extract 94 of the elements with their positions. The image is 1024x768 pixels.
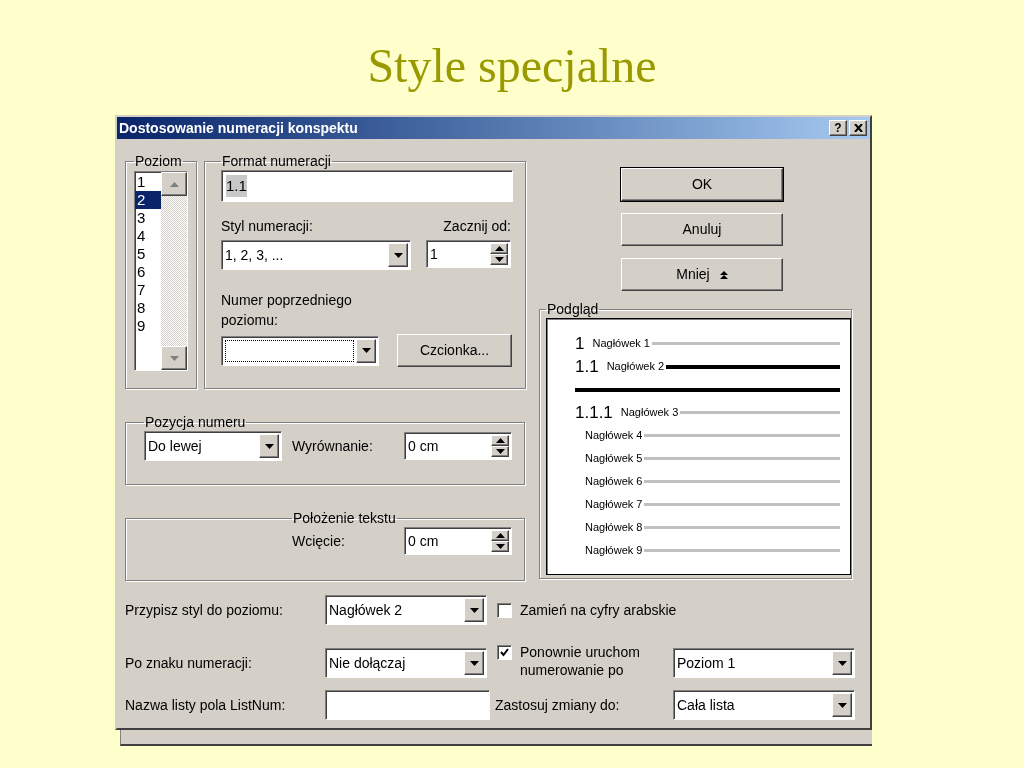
preview-heading: Nagłówek 7 [585,497,643,513]
preview-heading: Nagłówek 1 [592,336,650,352]
dropdown[interactable]: Do lewej [144,431,282,461]
spin-up-button[interactable] [491,530,509,541]
dropdown-button[interactable] [388,243,408,267]
input-field[interactable] [325,690,490,720]
up-arrow-icon [495,438,505,443]
list-item[interactable]: 8 [135,299,161,317]
field-label: Zacznij od: [443,217,511,236]
field-label: Wyrównanie: [292,436,374,456]
checkbox-label: Ponownie uruchom numerowanie po [520,643,641,679]
caret-icon [469,660,479,666]
list-item[interactable]: 2 [135,191,161,209]
up-arrow-icon [169,181,179,187]
group-label: Położenie tekstu [292,510,397,526]
dropdown-button[interactable] [464,651,484,675]
preview-heading: Nagłówek 8 [585,520,643,536]
dropdown-button[interactable] [356,338,376,363]
preview-number: 1.1 [575,355,599,378]
dropdown-button[interactable] [464,598,484,622]
field-label: Wcięcie: [292,531,346,551]
group-label: Podgląd [546,301,600,317]
group-label: Pozycja numeru [144,414,247,430]
field-label: Po znaku numeracji: [125,653,253,673]
down-arrow-icon [495,449,505,454]
check-icon [500,648,509,657]
scroll-bar[interactable] [161,172,187,370]
up-arrow-icon [494,246,504,251]
dialog-button[interactable]: Anuluj [621,213,783,246]
window-title: Dostosowanie numeracji konspektu [119,118,359,138]
field-label: Zastosuj zmiany do: [494,695,621,715]
dropdown[interactable]: Poziom 1 [673,648,855,678]
scroll-up-button[interactable] [161,172,187,196]
dropdown[interactable]: 1, 2, 3, ... [221,240,411,270]
spin-field[interactable]: 1 [426,240,511,268]
dropdown[interactable]: Nie dołączaj [325,648,487,678]
list-item[interactable]: 4 [135,227,161,245]
format-field[interactable]: 1.1 [221,170,513,202]
list-item[interactable]: 7 [135,281,161,299]
down-arrow-icon [495,544,505,549]
dropdown-button[interactable] [832,651,852,675]
dropdown-button[interactable] [832,693,852,717]
preview-number: 1 [575,332,585,355]
preview-heading: Nagłówek 6 [585,474,643,490]
dropdown[interactable]: Cała lista [673,690,855,720]
caret-icon [264,443,274,449]
list-item[interactable]: 6 [135,263,161,281]
spin-down-button[interactable] [491,541,509,552]
list-item[interactable]: 3 [135,209,161,227]
caret-icon [393,252,403,258]
close-icon [853,124,863,132]
spin-field[interactable]: 0 cm [404,527,512,555]
preview-heading: Nagłówek 5 [585,451,643,467]
field-label: Numer poprzedniego poziomu: [221,291,353,330]
preview-heading: Nagłówek 4 [585,428,643,444]
caret-icon [361,348,371,353]
list-item[interactable]: 9 [135,317,161,335]
preview-heading: Nagłówek 9 [585,543,643,559]
caret-icon [837,702,847,708]
spin-down-button[interactable] [490,254,508,265]
list-box[interactable]: 1 2 3 4 5 6 7 8 9 [134,171,188,371]
field-label: Przypisz styl do poziomu: [125,600,284,620]
down-arrow-icon [169,355,179,361]
dialog-button[interactable]: Mniej [621,258,783,291]
preview-heading: Nagłówek 3 [620,405,679,421]
spin-up-button[interactable] [490,243,508,254]
checkbox[interactable] [497,645,512,660]
double-up-arrow-icon [719,270,728,279]
field-label: Nazwa listy pola ListNum: [125,695,287,715]
field-label: Styl numeracji: [221,217,313,236]
dropdown[interactable] [221,335,379,366]
down-arrow-icon [494,257,504,262]
checkbox[interactable] [497,602,512,618]
list-item[interactable]: 5 [135,245,161,263]
font-button[interactable]: Czcionka... [397,334,512,367]
dialog-button[interactable]: OK [621,168,783,201]
slide-title: Style specjalne [367,42,657,94]
dropdown-button[interactable] [259,434,279,458]
group-label: Poziom [134,153,183,169]
close-button[interactable] [849,120,867,136]
scroll-down-button[interactable] [161,346,187,370]
group-label: Format numeracji [221,153,332,169]
spin-up-button[interactable] [491,435,509,446]
spin-down-button[interactable] [491,446,509,457]
preview-number: 1.1.1 [575,401,613,424]
dropdown[interactable]: Nagłówek 2 [325,595,487,625]
caret-icon [469,607,479,613]
help-button[interactable]: ? [829,120,847,136]
preview-heading: Nagłówek 2 [606,359,665,375]
list-item[interactable]: 1 [135,173,161,191]
spin-field[interactable]: 0 cm [404,432,512,460]
caret-icon [837,660,847,666]
up-arrow-icon [495,533,505,538]
checkbox-label: Zamień na cyfry arabskie [520,600,677,620]
